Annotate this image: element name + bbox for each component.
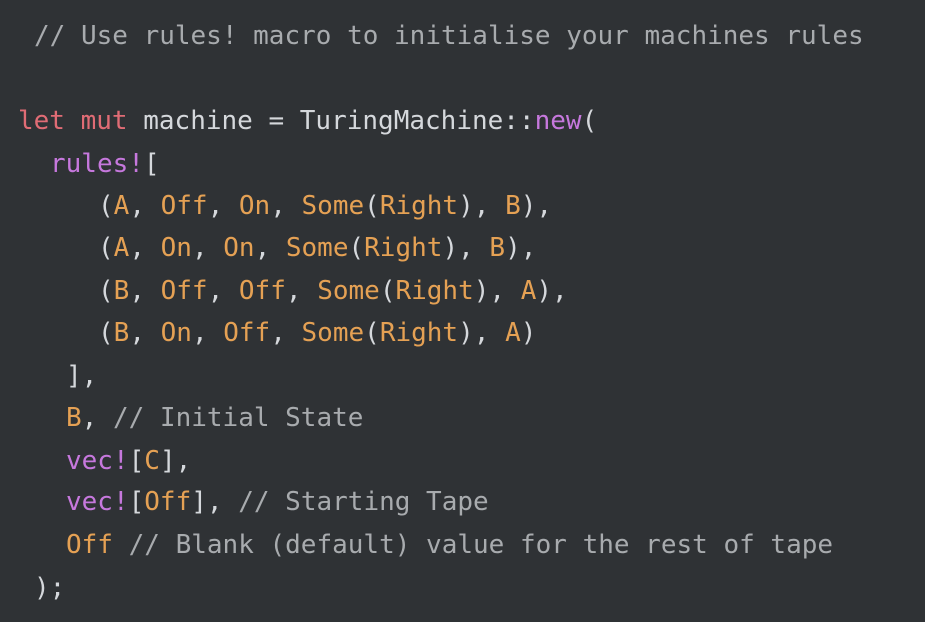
code-token-punc: ( <box>581 106 598 136</box>
code-line-12: vec![Off], // Starting Tape <box>66 486 489 518</box>
code-token-punc: , <box>270 318 302 348</box>
code-token-punc: , <box>254 233 286 263</box>
code-token-punc: ( <box>98 276 114 306</box>
code-token-punc: , <box>207 276 239 306</box>
code-token-punc: , <box>270 191 302 221</box>
code-token-comment: // Blank (default) value for the rest of… <box>128 530 834 560</box>
code-token-punc: ), <box>442 233 490 263</box>
code-token-const: Some <box>301 318 365 348</box>
code-token-punc: ) <box>520 318 537 348</box>
code-line-10: B, // Initial State <box>66 402 363 434</box>
code-token-punc: , <box>191 318 224 348</box>
code-token-punc: ], <box>191 487 239 517</box>
code-line-1: // Use rules! macro to initialise your m… <box>34 20 864 52</box>
code-token-const: Right <box>379 191 459 221</box>
code-token-const: Off <box>160 276 208 306</box>
code-token-punc: ), <box>473 276 521 306</box>
code-token-const: Off <box>144 487 192 517</box>
code-token-punc: ); <box>34 573 66 603</box>
code-line-6: (A, On, On, Some(Right), B), <box>98 232 536 264</box>
code-token-const: Off <box>66 530 113 560</box>
code-token-comment: // Starting Tape <box>238 487 489 517</box>
code-token-punc: ( <box>348 233 365 263</box>
code-token-const: Some <box>285 233 349 263</box>
code-token-const: Right <box>364 233 443 263</box>
code-token-punc: ], <box>159 446 192 476</box>
code-token-const: A <box>113 233 130 263</box>
code-token-kw: let <box>18 106 65 136</box>
code-line-5: (A, Off, On, Some(Right), B), <box>98 190 552 222</box>
code-line-7: (B, Off, Off, Some(Right), A), <box>98 275 568 307</box>
code-token-const: Some <box>301 191 365 221</box>
code-token-const: B <box>505 191 521 221</box>
code-token-const: B <box>113 276 130 306</box>
code-token-const: Some <box>317 276 380 306</box>
code-token-comment: // Use rules! macro to initialise your m… <box>34 21 864 51</box>
code-token-punc: ), <box>520 191 553 221</box>
code-token-const: B <box>113 318 130 348</box>
code-token-punc: ( <box>98 318 114 348</box>
code-token-punc: ], <box>66 361 98 391</box>
code-token-const: Right <box>379 318 459 348</box>
code-token-punc: , <box>191 233 224 263</box>
code-token-const: Off <box>160 191 208 221</box>
code-editor[interactable]: // Use rules! macro to initialise your m… <box>0 0 925 622</box>
code-token-punc: , <box>285 276 318 306</box>
code-token-fn: rules! <box>50 149 144 179</box>
code-token-punc: ( <box>364 191 380 221</box>
code-token-const: Off <box>238 276 286 306</box>
code-token-const: Right <box>395 276 474 306</box>
code-token-plain: machine = TuringMachine:: <box>127 106 535 136</box>
code-line-8: (B, On, Off, Some(Right), A) <box>98 317 536 349</box>
code-token-const: A <box>113 191 130 221</box>
code-token-punc: , <box>129 318 161 348</box>
code-token-const: B <box>489 233 506 263</box>
code-token-punc: , <box>129 276 161 306</box>
code-token-punc: ), <box>458 318 506 348</box>
code-token-const: Off <box>223 318 271 348</box>
code-token-comment: // Initial State <box>112 403 364 433</box>
code-token-punc: ( <box>98 191 114 221</box>
code-token-punc: [ <box>143 149 160 179</box>
code-token-punc: ( <box>364 318 380 348</box>
code-line-4: rules![ <box>50 148 160 180</box>
code-line-14: ); <box>34 572 65 604</box>
code-token-const: A <box>520 276 537 306</box>
code-token-punc: , <box>129 233 161 263</box>
code-token-const: On <box>238 191 271 221</box>
code-token-fn: new <box>534 106 582 136</box>
code-token-punc: ), <box>458 191 506 221</box>
code-token-punc: ), <box>536 276 568 306</box>
code-line-13: Off // Blank (default) value for the res… <box>66 529 833 561</box>
code-token-punc: ( <box>379 276 396 306</box>
code-token-const: B <box>66 403 82 433</box>
code-token-const: A <box>505 318 521 348</box>
code-line-9: ], <box>66 360 97 392</box>
code-token-punc: [ <box>128 487 145 517</box>
code-token-fn: vec! <box>66 446 129 476</box>
code-line-3: let mut machine = TuringMachine::new( <box>18 105 597 137</box>
code-token-const: C <box>144 446 160 476</box>
code-token-const: On <box>160 318 192 348</box>
code-line-11: vec![C], <box>66 445 191 477</box>
code-token-kw: mut <box>80 106 128 136</box>
code-token-punc: [ <box>128 446 145 476</box>
code-token-punc: ), <box>505 233 537 263</box>
code-token-punc: , <box>81 403 113 433</box>
code-token-punc: ( <box>98 233 114 263</box>
code-token-punc: , <box>129 191 161 221</box>
code-token-const: On <box>223 233 255 263</box>
code-token-punc: , <box>207 191 239 221</box>
code-token-const: On <box>160 233 192 263</box>
code-token-fn: vec! <box>66 487 129 517</box>
